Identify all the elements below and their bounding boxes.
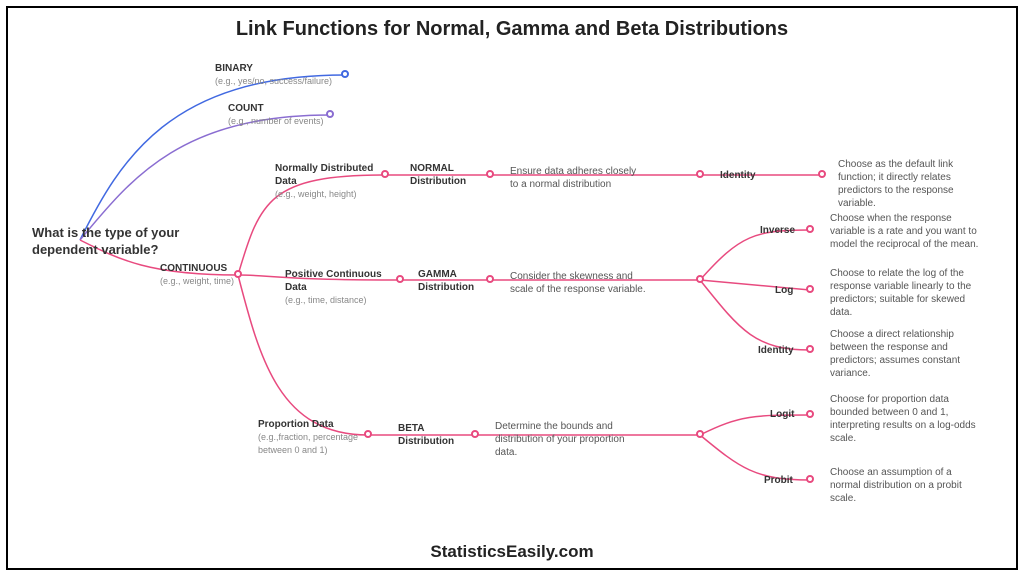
gamma-inverse-desc: Choose when the response variable is a r… xyxy=(830,212,980,251)
dot-gamma-inverse xyxy=(806,225,814,233)
dot-beta-logit xyxy=(806,410,814,418)
gamma-link-log: Log xyxy=(775,284,793,297)
normal-data: Normally Distributed Data(e.g., weight, … xyxy=(275,162,385,201)
branch-binary: BINARY(e.g., yes/no, success/failure) xyxy=(215,62,332,88)
page-title: Link Functions for Normal, Gamma and Bet… xyxy=(0,18,1024,41)
branch-count: COUNT(e.g., number of events) xyxy=(228,102,324,128)
dot-beta-probit xyxy=(806,475,814,483)
dot-normal-link xyxy=(818,170,826,178)
branch-continuous: CONTINUOUS(e.g., weight, time) xyxy=(160,262,234,288)
dot-normal-data xyxy=(381,170,389,178)
beta-dist: BETADistribution xyxy=(398,422,454,448)
dot-continuous xyxy=(234,270,242,278)
dot-gamma-note xyxy=(696,275,704,283)
dot-gamma-data xyxy=(396,275,404,283)
root-question: What is the type of your dependent varia… xyxy=(32,225,182,259)
gamma-identity-desc: Choose a direct relationship between the… xyxy=(830,328,980,380)
dot-gamma-dist xyxy=(486,275,494,283)
normal-dist: NORMALDistribution xyxy=(410,162,466,188)
dot-gamma-log xyxy=(806,285,814,293)
gamma-data: Positive Continuous Data(e.g., time, dis… xyxy=(285,268,400,307)
dot-beta-dist xyxy=(471,430,479,438)
dot-normal-dist xyxy=(486,170,494,178)
beta-logit-desc: Choose for proportion data bounded betwe… xyxy=(830,393,980,445)
beta-link-logit: Logit xyxy=(770,408,794,421)
dot-beta-data xyxy=(364,430,372,438)
beta-link-probit: Probit xyxy=(764,474,793,487)
dot-gamma-identity xyxy=(806,345,814,353)
normal-link-identity: Identity xyxy=(720,169,756,182)
normal-link-desc: Choose as the default link function; it … xyxy=(838,158,983,210)
beta-note: Determine the bounds and distribution of… xyxy=(495,420,635,459)
dot-binary xyxy=(341,70,349,78)
normal-note: Ensure data adheres closely to a normal … xyxy=(510,165,640,191)
gamma-link-identity: Identity xyxy=(758,344,794,357)
dot-beta-note xyxy=(696,430,704,438)
dot-normal-note xyxy=(696,170,704,178)
gamma-link-inverse: Inverse xyxy=(760,224,795,237)
beta-data: Proportion Data(e.g.,fraction, percentag… xyxy=(258,418,368,457)
footer-brand: StatisticsEasily.com xyxy=(0,542,1024,562)
gamma-dist: GAMMADistribution xyxy=(418,268,474,294)
beta-probit-desc: Choose an assumption of a normal distrib… xyxy=(830,466,980,505)
gamma-note: Consider the skewness and scale of the r… xyxy=(510,270,650,296)
dot-count xyxy=(326,110,334,118)
gamma-log-desc: Choose to relate the log of the response… xyxy=(830,267,980,319)
